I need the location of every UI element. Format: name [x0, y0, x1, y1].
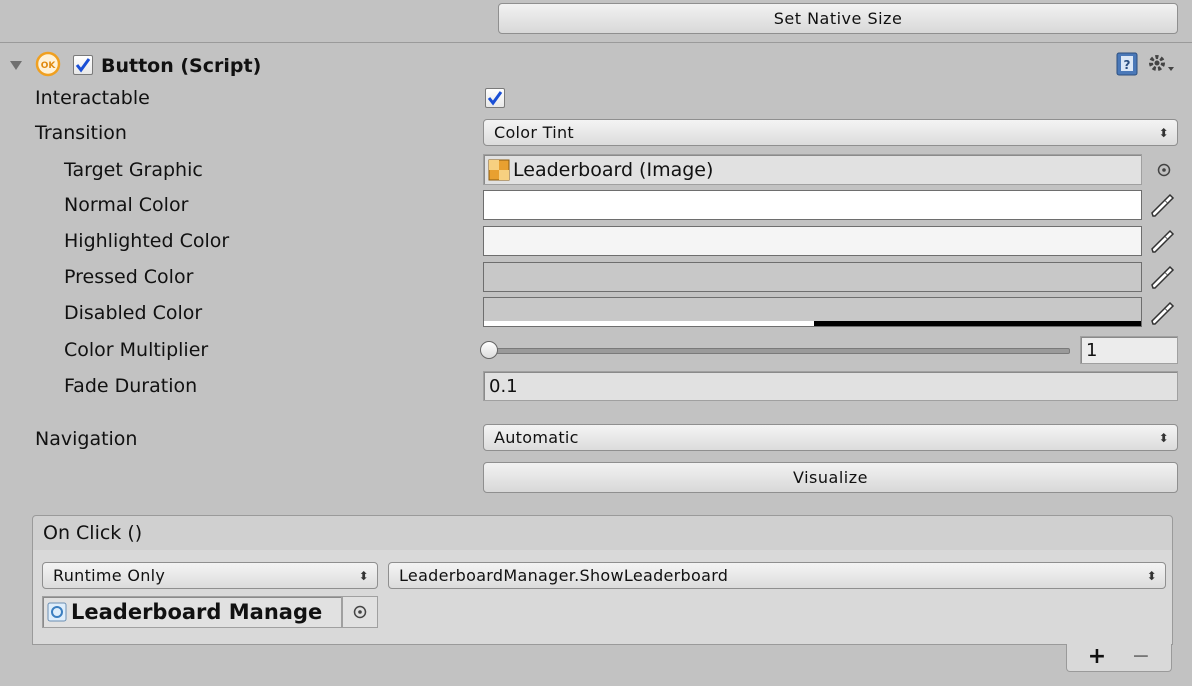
dropdown-arrows-icon: ⬍ [358, 568, 369, 583]
color-multiplier-slider-track[interactable] [488, 348, 1070, 354]
fade-duration-field[interactable]: 0.1 [483, 371, 1178, 401]
script-asset-icon [47, 602, 67, 622]
component-title: Button (Script) [101, 55, 262, 77]
transition-dropdown[interactable]: Color Tint ⬍ [483, 119, 1178, 146]
component-enabled-checkbox[interactable] [73, 55, 93, 75]
help-book-icon[interactable]: ? [1115, 52, 1139, 76]
color-multiplier-field[interactable]: 1 [1080, 336, 1178, 364]
visualize-button[interactable]: Visualize [483, 462, 1178, 493]
function-dropdown[interactable]: LeaderboardManager.ShowLeaderboard ⬍ [388, 562, 1166, 589]
eyedropper-icon[interactable] [1148, 263, 1176, 291]
normal-color-label: Normal Color [64, 194, 189, 216]
navigation-dropdown[interactable]: Automatic ⬍ [483, 424, 1178, 451]
eyedropper-icon[interactable] [1148, 227, 1176, 255]
on-click-title: On Click () [43, 522, 143, 544]
pressed-color-label: Pressed Color [64, 266, 194, 288]
target-object-field[interactable]: Leaderboard Manage [42, 596, 342, 628]
runtime-mode-dropdown[interactable]: Runtime Only ⬍ [42, 562, 378, 589]
interactable-checkbox[interactable] [485, 88, 505, 108]
target-graphic-field[interactable]: Leaderboard (Image) [483, 154, 1142, 185]
set-native-size-button[interactable]: Set Native Size [498, 3, 1178, 34]
dropdown-arrows-icon: ⬍ [1158, 125, 1169, 140]
disabled-color-label: Disabled Color [64, 302, 203, 324]
normal-color-swatch[interactable] [483, 190, 1142, 220]
svg-text:?: ? [1124, 58, 1131, 72]
runtime-mode-value: Runtime Only [53, 566, 166, 585]
transition-label: Transition [35, 122, 127, 144]
object-picker-icon[interactable] [342, 596, 378, 628]
eyedropper-icon[interactable] [1148, 191, 1176, 219]
alpha-bar-white [484, 321, 814, 326]
alpha-bar-black [814, 321, 1141, 326]
on-click-header: On Click () [32, 515, 1173, 551]
foldout-arrow-icon[interactable] [10, 56, 22, 75]
disabled-color-swatch[interactable] [483, 297, 1142, 327]
gear-menu-icon[interactable] [1146, 52, 1176, 78]
highlighted-color-label: Highlighted Color [64, 230, 230, 252]
list-footer [1066, 644, 1172, 672]
navigation-value: Automatic [494, 428, 579, 447]
component-divider [0, 42, 1192, 43]
image-asset-icon [488, 159, 510, 180]
fade-duration-label: Fade Duration [64, 375, 198, 397]
color-multiplier-slider-thumb[interactable] [480, 341, 498, 359]
target-graphic-value: Leaderboard (Image) [513, 158, 714, 181]
add-event-button[interactable]: + [1086, 644, 1108, 670]
transition-value: Color Tint [494, 123, 574, 142]
navigation-label: Navigation [35, 428, 138, 450]
button-component-icon: OK [35, 51, 61, 77]
function-value: LeaderboardManager.ShowLeaderboard [399, 566, 729, 585]
eyedropper-icon[interactable] [1148, 299, 1176, 327]
object-picker-icon[interactable] [1156, 162, 1172, 182]
pressed-color-swatch[interactable] [483, 262, 1142, 292]
target-object-value: Leaderboard Manage [71, 600, 323, 624]
dropdown-arrows-icon: ⬍ [1146, 568, 1157, 583]
svg-text:OK: OK [41, 61, 57, 71]
remove-event-button[interactable]: − [1130, 644, 1152, 670]
dropdown-arrows-icon: ⬍ [1158, 430, 1169, 445]
target-graphic-label: Target Graphic [64, 159, 203, 181]
color-multiplier-label: Color Multiplier [64, 339, 209, 361]
highlighted-color-swatch[interactable] [483, 226, 1142, 256]
interactable-label: Interactable [35, 87, 150, 109]
